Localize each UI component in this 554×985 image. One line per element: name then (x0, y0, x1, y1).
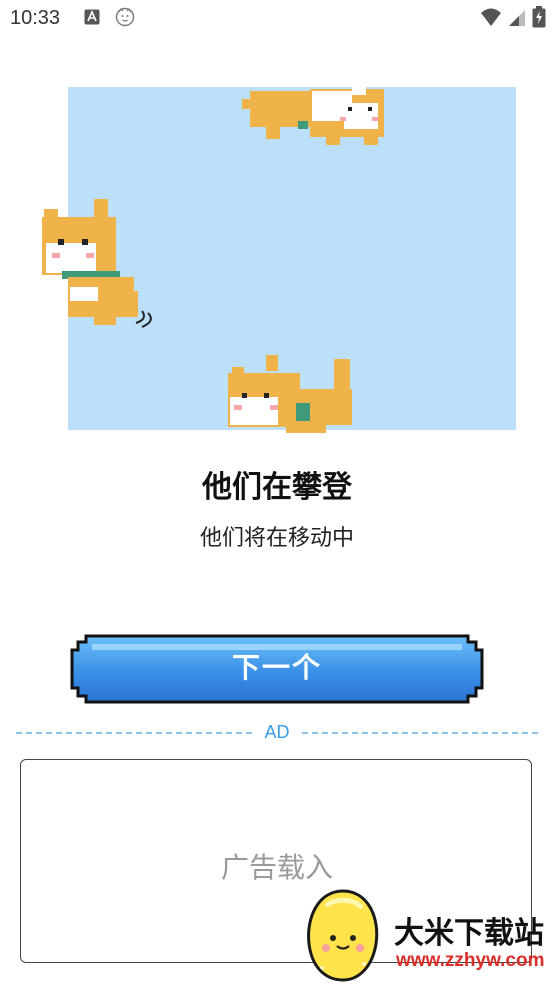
watermark-site-name: 大米下载站 (394, 916, 544, 951)
battery-charging-icon (532, 6, 546, 28)
ad-divider-line-right (302, 732, 538, 734)
dog-app-icon (115, 7, 135, 27)
shiba-dog-image (242, 83, 384, 145)
shiba-dog-image (42, 199, 152, 328)
shiba-dog-image (228, 355, 352, 433)
rice-mascot-logo (307, 889, 379, 982)
wifi-icon (481, 8, 501, 26)
site-watermark: 大米下载站 www.zzhyw.com (300, 884, 554, 985)
status-bar: 10:33 (0, 0, 554, 38)
ad-divider: AD (16, 722, 538, 744)
page-subtitle: 他们将在移动中 (199, 526, 354, 551)
page-title: 他们在攀登 (202, 470, 352, 505)
status-time: 10:33 (10, 7, 61, 29)
next-button[interactable]: 下一个 (70, 634, 484, 704)
font-app-icon (84, 9, 100, 25)
ad-loading-text: 广告载入 (220, 851, 333, 884)
signal-icon (509, 10, 525, 26)
watermark-site-url: www.zzhyw.com (396, 950, 545, 971)
onboarding-illustration (42, 83, 516, 433)
ad-divider-line-left (16, 732, 252, 734)
ad-label: AD (264, 722, 290, 742)
next-button-label: 下一个 (231, 651, 322, 684)
